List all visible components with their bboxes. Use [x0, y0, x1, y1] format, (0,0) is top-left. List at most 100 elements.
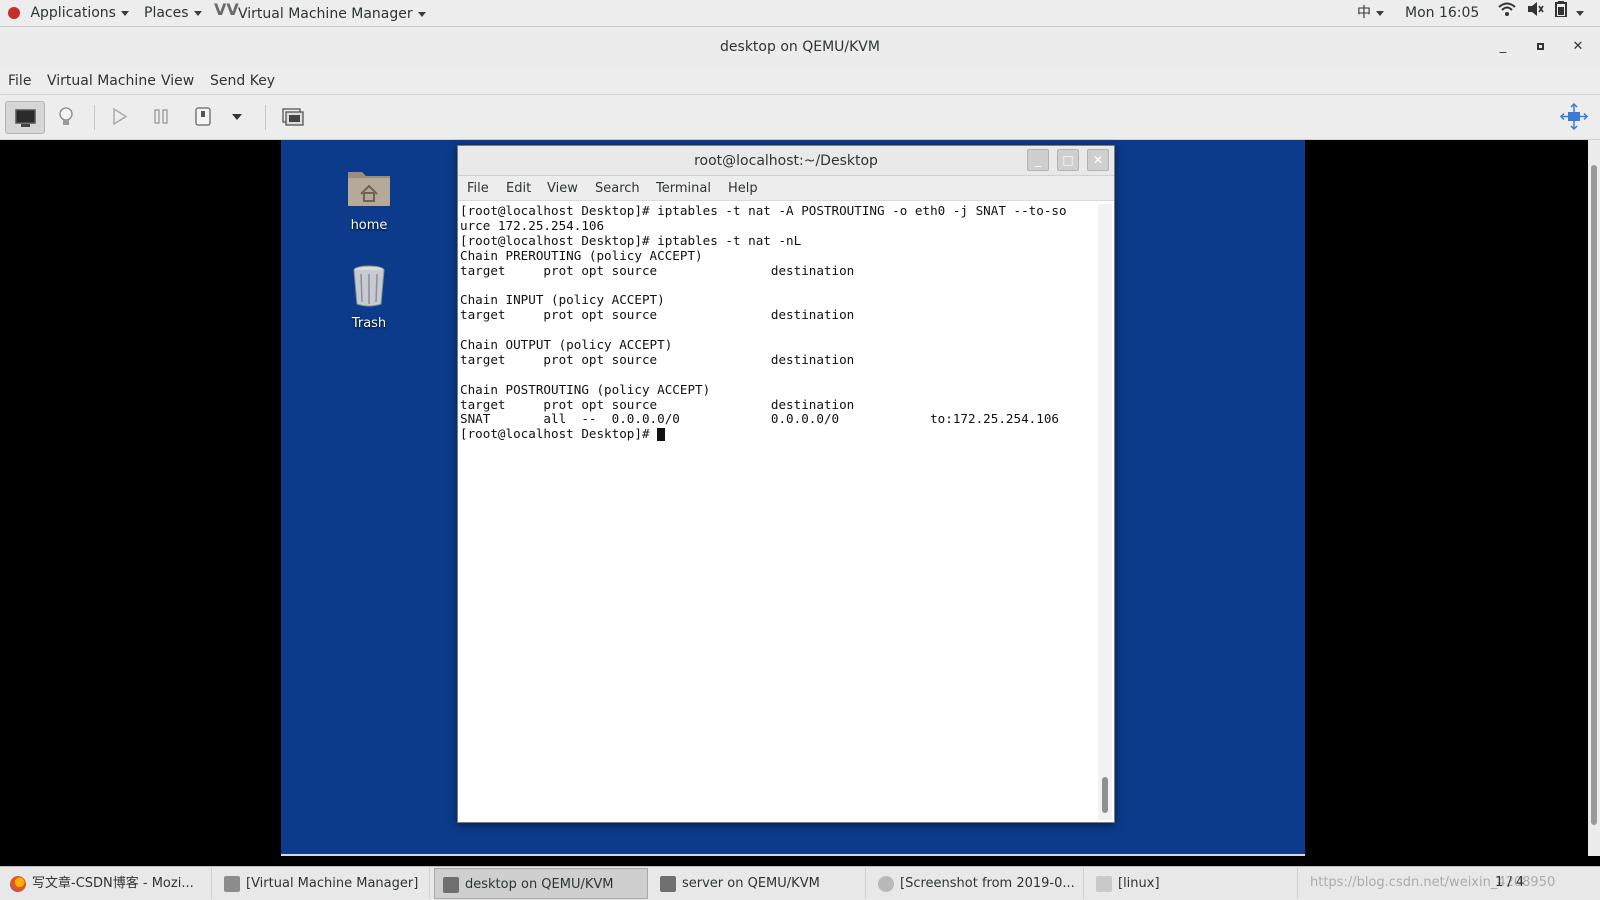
trash-icon: [353, 265, 385, 307]
chevron-down-icon: [1576, 11, 1585, 16]
menu-send-key[interactable]: Send Key: [210, 67, 275, 95]
terminal-minimize-button[interactable]: _: [1027, 149, 1049, 171]
maximize-icon: [1536, 43, 1544, 50]
terminal-line: target prot opt source destination: [460, 307, 855, 323]
terminal-line: Chain INPUT (policy ACCEPT): [460, 292, 665, 308]
terminal-line: target prot opt source destination: [460, 262, 855, 278]
menu-view[interactable]: View: [161, 67, 194, 95]
toolbar-separator: [265, 105, 266, 130]
show-console-button[interactable]: [5, 101, 45, 134]
close-button[interactable]: ✕: [1563, 27, 1593, 67]
fullscreen-icon: [1559, 102, 1589, 131]
terminal-menu-view[interactable]: View: [547, 176, 578, 201]
terminal-maximize-button[interactable]: □: [1057, 149, 1079, 171]
terminal-line: target prot opt source destination: [460, 351, 855, 367]
redhat-logo-icon: [8, 7, 20, 19]
window-titlebar[interactable]: desktop on QEMU/KVM _ ✕: [0, 27, 1600, 67]
shutdown-button[interactable]: [184, 101, 224, 134]
terminal-line: urce 172.25.254.106: [460, 217, 605, 233]
svg-text:VV: VV: [214, 0, 239, 18]
screenshot-icon: [878, 875, 894, 892]
terminal-output[interactable]: [root@localhost Desktop]# iptables -t na…: [460, 204, 1096, 818]
menu-virtual-machine[interactable]: Virtual Machine: [47, 67, 156, 95]
gnome-top-bar: Applications Places VV Virtual Machine M…: [0, 0, 1600, 27]
battery-icon: [1554, 0, 1567, 27]
show-details-button[interactable]: [47, 101, 87, 134]
toolbar-separator: [94, 105, 95, 130]
text-cursor: [657, 428, 666, 442]
chevron-down-icon: [1376, 10, 1384, 16]
scrollbar-thumb[interactable]: [1102, 777, 1108, 813]
terminal-menu-help[interactable]: Help: [728, 176, 758, 201]
fullscreen-button[interactable]: [1555, 101, 1595, 134]
home-folder-icon: [348, 172, 390, 206]
terminal-menubar: File Edit View Search Terminal Help: [458, 176, 1114, 201]
system-status-menu[interactable]: [1498, 0, 1585, 27]
taskbar-item-screenshot[interactable]: [Screenshot from 2019-0...: [870, 868, 1084, 899]
taskbar-item-label: desktop on QEMU/KVM: [465, 877, 614, 892]
console-scrollbar[interactable]: [1588, 140, 1600, 856]
workspace-pager[interactable]: 1 / 4: [1495, 867, 1524, 899]
window-toolbar: [0, 95, 1600, 140]
chevron-down-icon: [120, 10, 129, 16]
taskbar-item-server-vm[interactable]: server on QEMU/KVM: [652, 868, 866, 899]
taskbar-item-vmm[interactable]: [Virtual Machine Manager]: [216, 868, 430, 899]
play-icon: [113, 107, 128, 126]
snapshots-button[interactable]: [273, 101, 313, 134]
taskbar-item-label: [linux]: [1118, 876, 1160, 891]
taskbar-item-label: server on QEMU/KVM: [682, 876, 820, 891]
applications-menu[interactable]: Applications: [8, 0, 129, 27]
terminal-scrollbar[interactable]: [1098, 204, 1112, 820]
terminal-line: target prot opt source destination: [460, 396, 855, 412]
wifi-icon: [1498, 0, 1516, 27]
pause-button[interactable]: [142, 101, 182, 134]
guest-bottom-panel: [281, 854, 1305, 856]
terminal-prompt: [root@localhost Desktop]#: [460, 426, 658, 442]
terminal-close-button[interactable]: ✕: [1087, 149, 1109, 171]
firefox-icon: [10, 875, 26, 892]
terminal-line: [root@localhost Desktop]# iptables -t na…: [460, 204, 1067, 218]
taskbar-item-desktop-vm[interactable]: desktop on QEMU/KVM: [434, 868, 648, 899]
chevron-down-icon: [232, 114, 242, 120]
applications-label: Applications: [30, 5, 116, 21]
terminal-line: SNAT all -- 0.0.0.0/0 0.0.0.0/0 to:172.2…: [460, 411, 1059, 427]
terminal-prompt-line[interactable]: [root@localhost Desktop]#: [460, 426, 1096, 442]
vmm-icon: [443, 876, 459, 893]
active-app-menu[interactable]: VV Virtual Machine Manager: [214, 0, 426, 27]
volume-icon: [1526, 0, 1545, 27]
chevron-down-icon: [417, 11, 426, 17]
minimize-button[interactable]: _: [1488, 27, 1518, 67]
places-menu[interactable]: Places: [144, 0, 202, 27]
taskbar-item-linux-folder[interactable]: [linux]: [1088, 868, 1298, 899]
terminal-menu-edit[interactable]: Edit: [506, 176, 531, 201]
terminal-titlebar[interactable]: root@localhost:~/Desktop _ □ ✕: [458, 146, 1114, 176]
terminal-window[interactable]: root@localhost:~/Desktop _ □ ✕ File Edit…: [457, 145, 1115, 823]
shutdown-menu-button[interactable]: [222, 101, 252, 134]
taskbar-item-firefox[interactable]: 写文章-CSDN博客 - Mozi...: [2, 868, 212, 899]
places-label: Places: [144, 5, 189, 21]
window-title: desktop on QEMU/KVM: [720, 39, 880, 55]
desktop-icon-trash[interactable]: Trash: [329, 262, 409, 331]
terminal-line: Chain PREROUTING (policy ACCEPT): [460, 247, 703, 263]
run-button[interactable]: [100, 101, 140, 134]
menu-file[interactable]: File: [8, 67, 31, 95]
power-icon: [195, 107, 211, 126]
window-menubar: File Virtual Machine View Send Key: [0, 67, 1600, 95]
vmm-icon: [660, 875, 676, 892]
active-app-label: Virtual Machine Manager: [238, 6, 413, 22]
clock[interactable]: Mon 16:05: [1405, 0, 1479, 27]
snapshot-icon: [282, 108, 304, 126]
terminal-menu-file[interactable]: File: [467, 176, 489, 201]
pause-icon: [154, 109, 168, 124]
monitor-icon: [15, 109, 36, 127]
scrollbar-thumb[interactable]: [1591, 165, 1597, 825]
maximize-button[interactable]: [1525, 27, 1555, 67]
input-method-indicator[interactable]: 中: [1357, 0, 1384, 27]
desktop-icon-home[interactable]: home: [329, 164, 409, 233]
terminal-menu-search[interactable]: Search: [595, 176, 640, 201]
taskbar-item-label: [Virtual Machine Manager]: [246, 876, 419, 891]
terminal-menu-terminal[interactable]: Terminal: [656, 176, 711, 201]
